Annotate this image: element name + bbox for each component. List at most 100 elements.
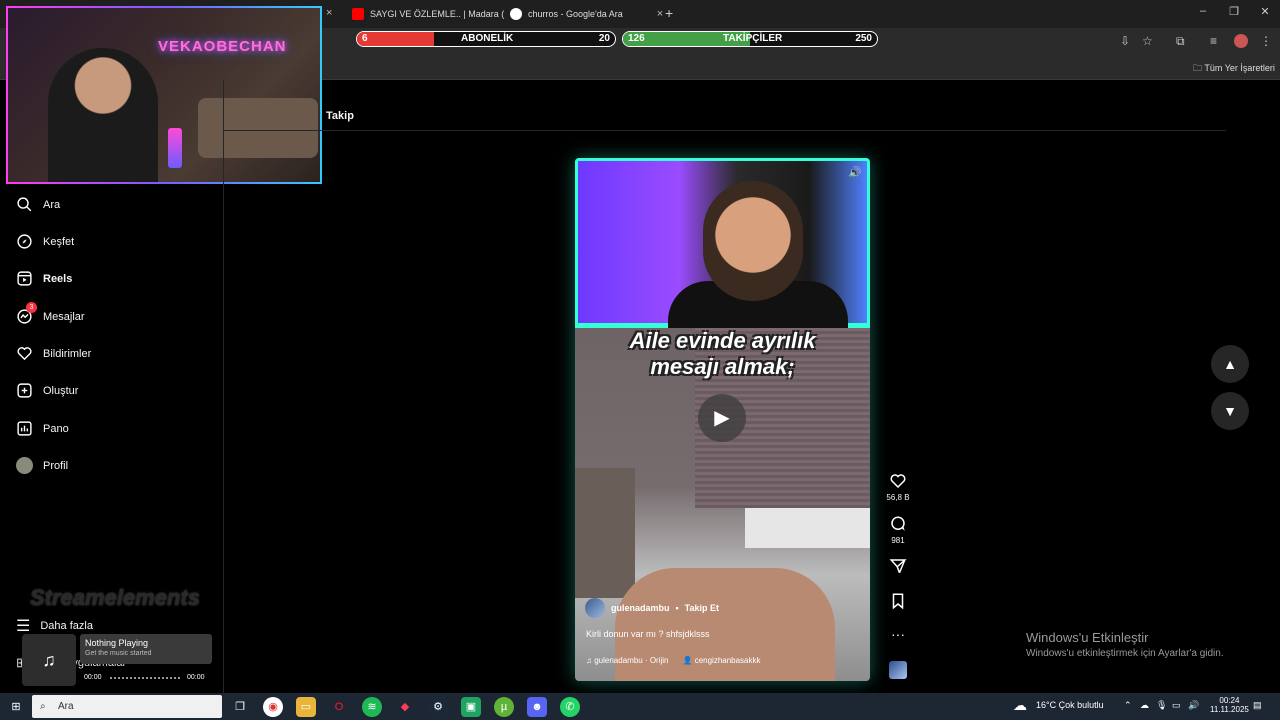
music-subtitle: Get the music started [85, 650, 152, 657]
avatar[interactable] [585, 598, 605, 618]
discord-icon[interactable]: ☻ [527, 697, 547, 717]
new-tab-button[interactable]: + [665, 5, 673, 21]
all-bookmarks-button[interactable]: 🗀 Tüm Yer İşaretleri [1193, 61, 1275, 77]
microphone-icon[interactable]: 🎙 [1156, 700, 1167, 711]
previous-reel-button[interactable]: ▲ [1211, 345, 1249, 383]
person-icon: 👤 [682, 656, 695, 665]
install-app-icon[interactable]: ⇩ [1120, 34, 1130, 48]
reel-username[interactable]: gulenadambu [611, 603, 670, 613]
followers-goal-bar: 126 TAKİPÇİLER 250 [622, 31, 878, 47]
reel-video[interactable]: Aile evinde ayrılık mesajı almak; ▶ 🔊 gu… [575, 158, 870, 681]
bed-headboard [575, 468, 635, 598]
windows-taskbar: ⊞ ⌕ Ara ❐ ◉ ▭ O ≋ ◆ ⚙ ▣ µ ☻ ✆ ☁ 16°C Çok… [0, 693, 1280, 720]
tab-google[interactable]: churros - Google'da Ara × [502, 4, 671, 24]
search-icon [17, 197, 32, 212]
sidebar-item-label: Bildirimler [43, 347, 92, 360]
profile-avatar[interactable] [1234, 34, 1248, 48]
sidebar-item-profile[interactable]: Profil [16, 457, 68, 474]
music-progress [110, 677, 180, 679]
tab-following[interactable]: Takip [326, 110, 354, 122]
bookmark-star-icon[interactable]: ☆ [1142, 34, 1153, 48]
reel-author: gulenadambu • Takip Et [585, 598, 719, 618]
share-button[interactable] [884, 557, 912, 578]
avatar [16, 457, 33, 474]
music-note-icon: ♫ [586, 656, 595, 665]
tab-title: SAYGI VE ÖZLEMLE.. | Madara ( [370, 9, 505, 19]
followers-current: 126 [628, 33, 645, 44]
network-icon[interactable]: ☁ [1140, 700, 1149, 711]
close-tab-icon[interactable]: × [657, 8, 663, 20]
save-button[interactable] [884, 592, 912, 613]
steam-icon[interactable]: ⚙ [428, 697, 448, 717]
heart-icon [890, 474, 906, 489]
reel-audio[interactable]: ♫ gulenadambu · Orijin [586, 656, 669, 665]
chevron-up-icon[interactable]: ⌃ [1124, 700, 1132, 711]
like-button[interactable]: 56,8 B [884, 472, 912, 502]
utorrent-icon[interactable]: µ [494, 697, 514, 717]
sidebar-item-explore[interactable]: Keşfet [16, 233, 74, 250]
comment-button[interactable]: 981 [884, 515, 912, 545]
weather-text[interactable]: 16°C Çok bulutlu [1036, 700, 1104, 710]
spotify-icon[interactable]: ≋ [362, 697, 382, 717]
music-note-icon: ♫ [22, 634, 76, 686]
reel-caption: Aile evinde ayrılık mesajı almak; [629, 328, 816, 379]
close-window-icon[interactable]: ✕ [1255, 5, 1275, 18]
windows-start-icon[interactable]: ⊞ [6, 697, 26, 717]
sidebar-item-label: Reels [43, 272, 73, 285]
subscriber-label: ABONELİK [461, 33, 514, 44]
media-control-icon[interactable]: ≡ [1210, 34, 1217, 48]
chrome-icon[interactable]: ◉ [263, 697, 283, 717]
sidebar-item-label: Ara [43, 198, 61, 211]
wifi-icon[interactable]: ▭ [1172, 700, 1181, 711]
extensions-icon[interactable]: ⧉ [1176, 34, 1185, 49]
menu-icon[interactable]: ⋮ [1260, 34, 1272, 48]
volume-icon[interactable]: 🔊 [1188, 700, 1199, 711]
sidebar-item-notifications[interactable]: Bildirimler [16, 345, 91, 362]
audio-thumbnail[interactable] [884, 661, 912, 679]
more-options-icon[interactable]: ··· [884, 626, 912, 642]
clock[interactable]: 00:24 11.11.2025 [1210, 696, 1249, 714]
follow-button[interactable]: Takip Et [685, 603, 719, 613]
sidebar-item-label: Profil [43, 459, 69, 472]
notifications-icon[interactable]: ▤ [1253, 700, 1262, 711]
chart-icon [17, 421, 32, 436]
subscriber-goal-fill [357, 32, 435, 46]
file-explorer-icon[interactable]: ▭ [296, 697, 316, 717]
reel-description: Kirli donun var mı ? shfsjdklsss [586, 629, 710, 639]
close-tab-icon[interactable]: × [326, 7, 332, 19]
neon-sign: VEKAOBECHAN [158, 38, 287, 55]
minimize-icon[interactable]: – [1193, 5, 1213, 17]
restore-icon[interactable]: ❐ [1224, 5, 1244, 18]
app-icon[interactable]: ◆ [395, 697, 415, 717]
chevron-down-icon: ▼ [1223, 403, 1237, 419]
send-icon [889, 559, 907, 574]
task-view-icon[interactable]: ❐ [230, 697, 250, 717]
taskbar-search[interactable]: ⌕ Ara [32, 695, 222, 718]
folder-icon: 🗀 [1193, 63, 1203, 73]
play-icon[interactable]: ▶ [698, 394, 746, 442]
sidebar-item-reels[interactable]: Reels [16, 270, 72, 287]
sidebar-item-label: Oluştur [43, 384, 79, 397]
heart-icon [17, 347, 32, 361]
whatsapp-icon[interactable]: ✆ [560, 697, 580, 717]
followers-label: TAKİPÇİLER [723, 33, 783, 44]
sidebar-item-create[interactable]: Oluştur [16, 382, 78, 399]
sidebar-item-search[interactable]: Ara [16, 196, 60, 213]
search-icon: ⌕ [40, 701, 46, 712]
volume-icon[interactable]: 🔊 [848, 166, 862, 179]
opera-icon[interactable]: O [329, 697, 349, 717]
sidebar-item-messages[interactable]: 3 Mesajlar [16, 302, 85, 325]
comment-icon [891, 516, 905, 531]
next-reel-button[interactable]: ▼ [1211, 392, 1249, 430]
sidebar-item-dashboard[interactable]: Pano [16, 420, 69, 437]
sidebar-item-label: Keşfet [43, 235, 75, 248]
windows-activation-notice: Windows'u Etkinleştir Windows'u etkinleş… [1026, 630, 1224, 659]
sidebar-item-more[interactable]: ☰ Daha fazla [16, 616, 93, 636]
app-icon[interactable]: ▣ [461, 697, 481, 717]
hamburger-icon: ☰ [16, 618, 31, 635]
window-sill [745, 508, 870, 548]
notification-badge: 3 [26, 302, 37, 313]
like-count: 56,8 B [886, 493, 910, 502]
tab-title: churros - Google'da Ara [528, 9, 623, 19]
reel-tagged-user[interactable]: 👤 cengizhanbasakkk [683, 656, 761, 665]
